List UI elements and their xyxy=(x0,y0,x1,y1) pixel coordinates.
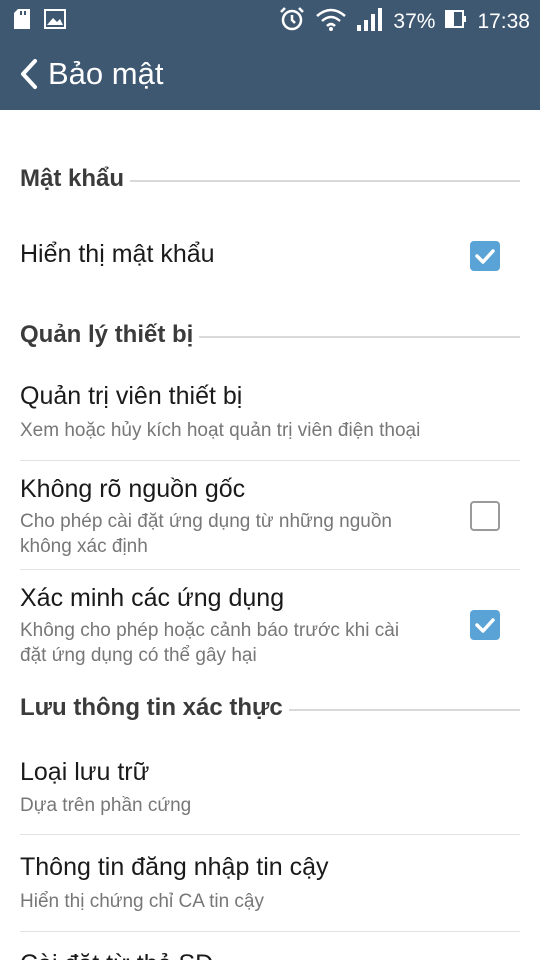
checkmark-icon xyxy=(475,618,495,633)
checkmark-icon xyxy=(475,249,495,264)
setting-summary: Không cho phép hoặc cảnh báo trước khi c… xyxy=(20,620,400,666)
setting-summary: Xem hoặc hủy kích hoạt quản trị viên điệ… xyxy=(20,420,421,441)
app-bar: Bảo mật xyxy=(0,38,540,110)
setting-title: Hiển thị mật khẩu xyxy=(20,240,215,268)
setting-title: Xác minh các ứng dụng xyxy=(20,584,285,612)
setting-trusted-credentials[interactable]: Thông tin đăng nhập tin cậy Hiển thị chứ… xyxy=(0,835,540,931)
section-header-password: Mật khẩu xyxy=(20,165,520,193)
verify-apps-checkbox[interactable] xyxy=(470,610,500,640)
setting-show-password[interactable]: Hiển thị mật khẩu xyxy=(0,222,540,292)
section-header-credential-storage: Lưu thông tin xác thực xyxy=(20,694,520,722)
setting-verify-apps[interactable]: Xác minh các ứng dụng Không cho phép hoặ… xyxy=(0,570,540,680)
wifi-icon xyxy=(315,7,347,37)
settings-list[interactable]: Mật khẩu Hiển thị mật khẩu Quản lý thiết… xyxy=(0,110,540,960)
clock: 17:38 xyxy=(477,10,530,33)
setting-summary: Cho phép cài đặt ứng dụng từ những nguồn… xyxy=(20,511,392,557)
setting-title: Cài đặt từ thẻ SD xyxy=(20,950,213,960)
setting-title: Loại lưu trữ xyxy=(20,758,150,786)
setting-unknown-sources[interactable]: Không rõ nguồn gốc Cho phép cài đặt ứng … xyxy=(0,461,540,569)
signal-icon xyxy=(357,7,383,37)
show-password-checkbox[interactable] xyxy=(470,241,500,271)
setting-title: Quản trị viên thiết bị xyxy=(20,382,243,410)
setting-summary: Hiển thị chứng chỉ CA tin cậy xyxy=(20,891,265,912)
setting-storage-type[interactable]: Loại lưu trữ Dựa trên phần cứng xyxy=(0,746,540,834)
sd-card-icon xyxy=(14,9,30,34)
back-button[interactable] xyxy=(16,54,42,94)
page-title: Bảo mật xyxy=(48,56,164,91)
setting-install-from-sd[interactable]: Cài đặt từ thẻ SD xyxy=(0,932,540,960)
unknown-sources-checkbox[interactable] xyxy=(470,501,500,531)
back-chevron-icon xyxy=(21,59,37,89)
section-header-device-admin: Quản lý thiết bị xyxy=(20,321,520,349)
alarm-icon xyxy=(279,6,305,38)
battery-percent: 37% xyxy=(393,10,436,33)
setting-summary: Dựa trên phần cứng xyxy=(20,795,192,816)
battery-icon xyxy=(445,9,467,35)
image-icon xyxy=(44,9,66,34)
setting-title: Không rõ nguồn gốc xyxy=(20,475,246,503)
setting-title: Thông tin đăng nhập tin cậy xyxy=(20,853,329,881)
status-bar: 37% 17:38 xyxy=(0,0,540,38)
setting-device-administrators[interactable]: Quản trị viên thiết bị Xem hoặc hủy kích… xyxy=(0,372,540,460)
